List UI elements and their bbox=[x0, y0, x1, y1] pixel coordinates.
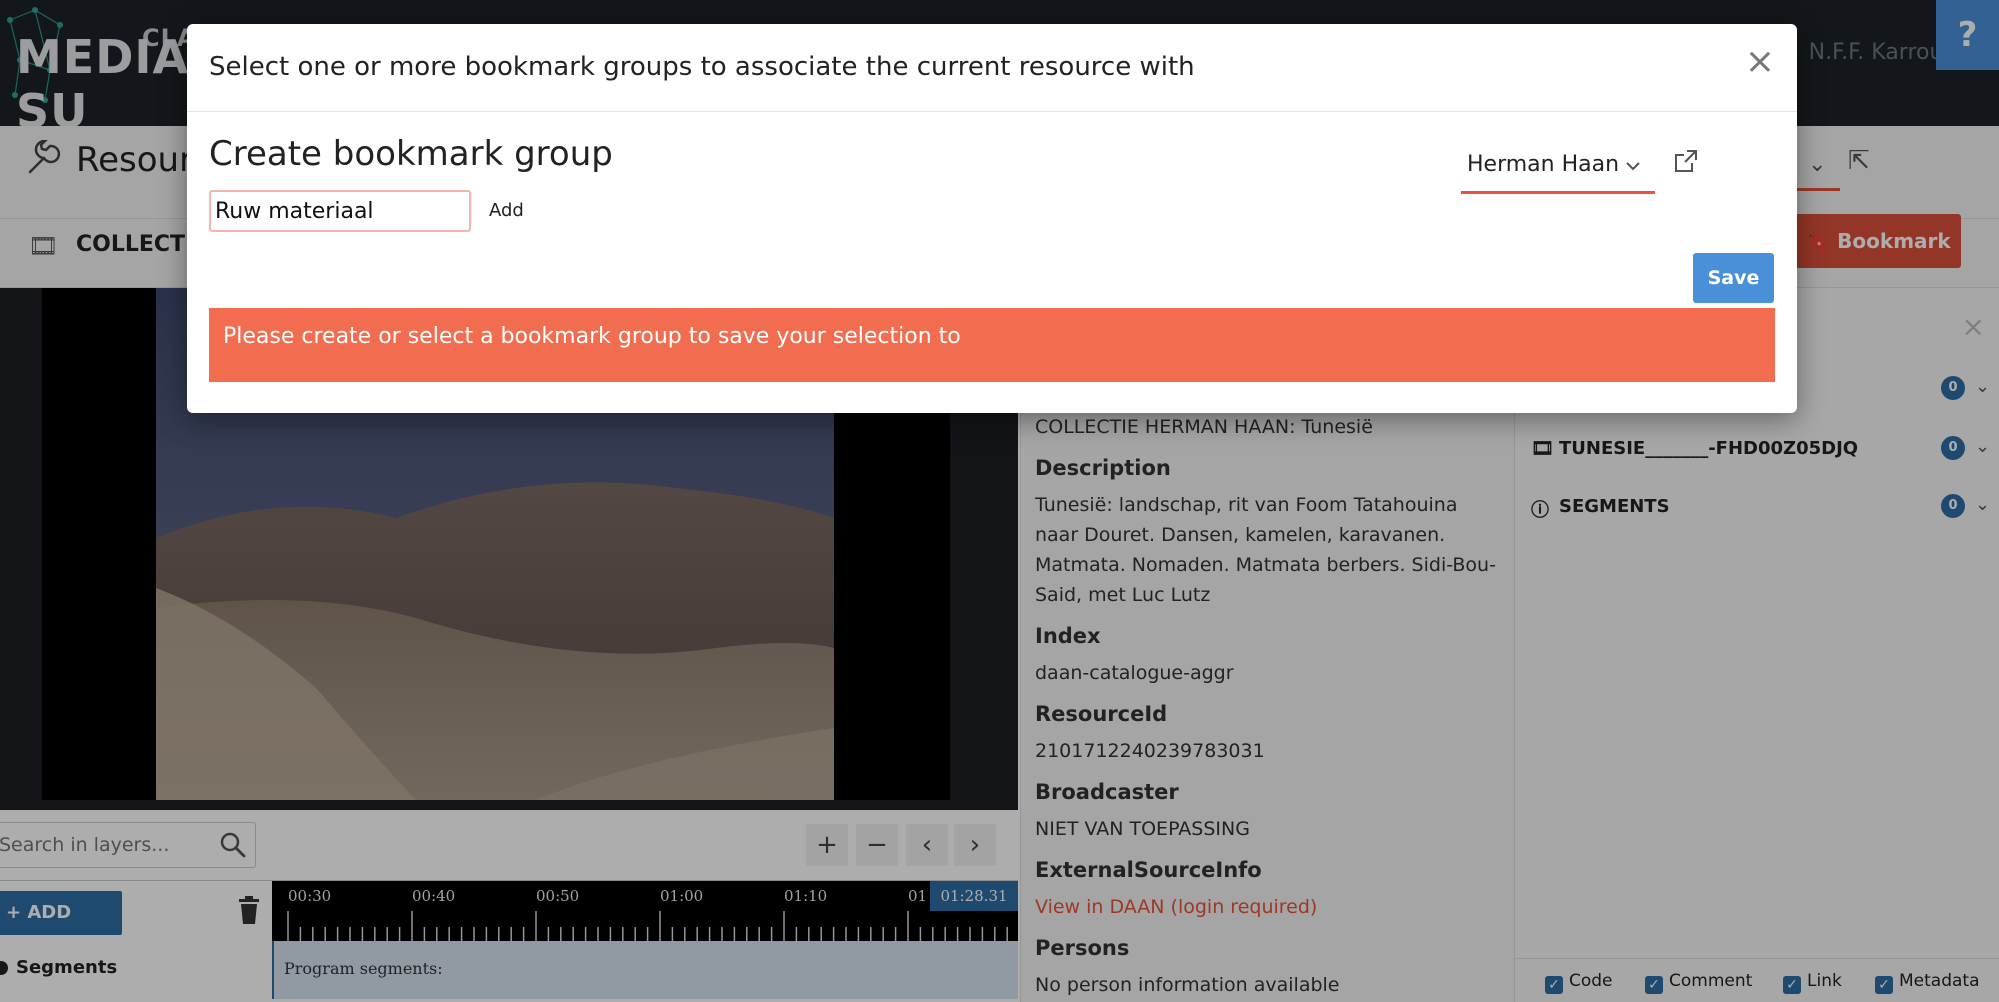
user-select-dropdown[interactable]: Herman Haan bbox=[1461, 146, 1655, 194]
user-select-value: Herman Haan bbox=[1467, 152, 1620, 177]
external-link-icon[interactable] bbox=[1673, 148, 1699, 174]
alert-message: Please create or select a bookmark group… bbox=[223, 324, 961, 349]
create-group-heading: Create bookmark group bbox=[209, 134, 613, 174]
save-button[interactable]: Save bbox=[1693, 253, 1774, 303]
bookmark-group-dialog: Select one or more bookmark groups to as… bbox=[187, 24, 1797, 413]
close-button[interactable]: × bbox=[1745, 44, 1775, 80]
chevron-down-icon[interactable] bbox=[1623, 156, 1643, 176]
dialog-header: Select one or more bookmark groups to as… bbox=[187, 24, 1797, 112]
group-name-input[interactable] bbox=[209, 190, 471, 232]
dialog-title: Select one or more bookmark groups to as… bbox=[209, 52, 1195, 82]
add-group-button[interactable]: Add bbox=[489, 200, 524, 221]
error-alert: Please create or select a bookmark group… bbox=[209, 308, 1775, 382]
